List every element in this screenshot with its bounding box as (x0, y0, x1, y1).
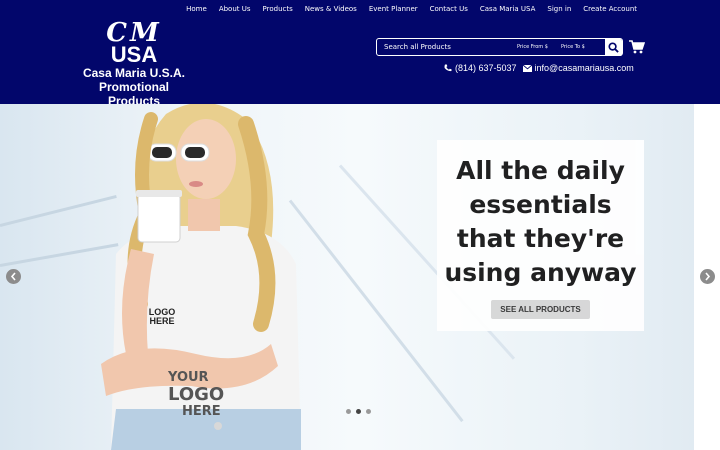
chevron-right-icon (705, 272, 711, 281)
see-all-products-button[interactable]: SEE ALL PRODUCTS (491, 300, 590, 319)
nav-sign-in[interactable]: Sign in (541, 5, 577, 13)
top-navigation: Home About Us Products News & Videos Eve… (180, 5, 643, 13)
search-bar: Search all Products Price From $ Price T… (376, 38, 623, 56)
nav-products[interactable]: Products (257, 5, 299, 13)
shirt-logo-line: HERE (182, 404, 221, 419)
contact-info: (814) 637-5037 info@casamariausa.com (444, 63, 634, 73)
phone-contact[interactable]: (814) 637-5037 (444, 63, 517, 73)
site-logo[interactable]: CM USA Casa Maria U.S.A. Promotional Pro… (76, 20, 192, 108)
carousel-next-button[interactable] (700, 269, 715, 284)
nav-contact-us[interactable]: Contact Us (424, 5, 474, 13)
logo-company-name: Casa Maria U.S.A. (82, 66, 186, 80)
search-icon (608, 41, 619, 53)
nav-event-planner[interactable]: Event Planner (363, 5, 424, 13)
chevron-left-icon (10, 272, 16, 281)
logo-usa: USA (110, 42, 158, 67)
carousel-prev-button[interactable] (6, 269, 21, 284)
carousel-dot-2[interactable] (356, 409, 361, 414)
carousel-dot-3[interactable] (366, 409, 371, 414)
price-to-field[interactable]: Price To $ (561, 44, 605, 50)
nav-home[interactable]: Home (180, 5, 213, 13)
email-contact[interactable]: info@casamariausa.com (522, 63, 634, 73)
hero-headline: All the daily essentials that they're us… (437, 154, 644, 290)
cup-logo-line: HERE (149, 316, 175, 326)
search-button[interactable] (605, 38, 622, 56)
search-input[interactable]: Search all Products (377, 43, 517, 51)
hero-promo-panel: All the daily essentials that they're us… (437, 140, 644, 331)
phone-icon (444, 64, 452, 72)
hero-headline-line: essentials (469, 190, 612, 219)
cup-logo-text: LOGO HERE (142, 308, 182, 326)
hero-carousel: LOGO HERE YOUR LOGO HERE All the daily e… (0, 104, 720, 450)
email-address: info@casamariausa.com (534, 63, 634, 73)
nav-casa-maria-usa[interactable]: Casa Maria USA (474, 5, 542, 13)
price-from-field[interactable]: Price From $ (517, 44, 561, 50)
nav-create-account[interactable]: Create Account (577, 5, 643, 13)
hero-headline-line: All the daily (456, 156, 625, 185)
hero-headline-line: using anyway (444, 258, 637, 287)
nav-about-us[interactable]: About Us (213, 5, 257, 13)
site-header: Home About Us Products News & Videos Eve… (0, 0, 720, 108)
envelope-icon (522, 64, 532, 72)
hero-headline-line: that they're (456, 224, 625, 253)
cart-icon[interactable] (629, 40, 645, 54)
shirt-logo-line: LOGO (168, 384, 225, 405)
shirt-logo-text: YOUR LOGO HERE (168, 370, 228, 420)
carousel-indicators (346, 409, 371, 414)
nav-news-videos[interactable]: News & Videos (299, 5, 363, 13)
carousel-dot-1[interactable] (346, 409, 351, 414)
phone-number: (814) 637-5037 (455, 63, 517, 73)
